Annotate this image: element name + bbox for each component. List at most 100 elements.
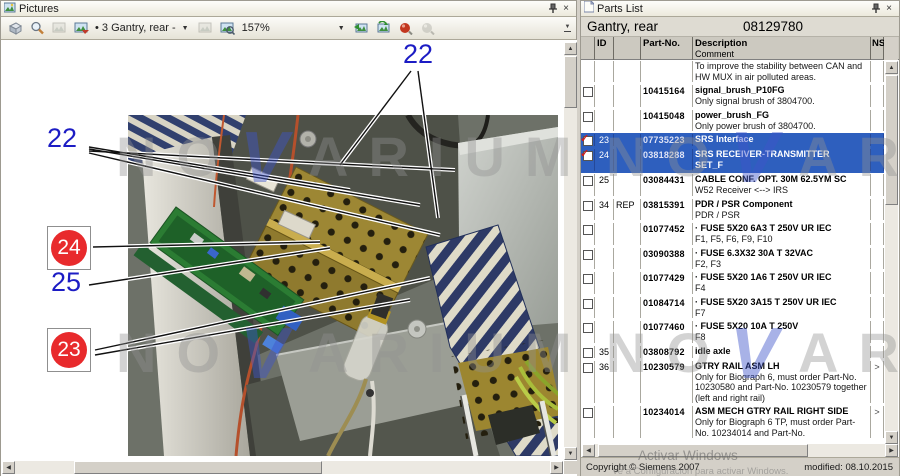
open-image-icon[interactable] (71, 18, 91, 38)
row-description: · FUSE 5X20 6A3 T 250V UR IECF1, F5, F6,… (693, 223, 871, 245)
row-part-no: 01084714 (641, 297, 693, 319)
table-row[interactable]: ✓2403818288SRS RECEIVER-TRANSMITTER SET_… (581, 148, 884, 173)
table-row[interactable]: 01084714· FUSE 5X20 3A15 T 250V UR IECF7 (581, 296, 884, 321)
callout-25[interactable]: 25 (51, 268, 81, 296)
checkbox[interactable] (583, 363, 593, 373)
table-row[interactable]: 01077429· FUSE 5X20 1A6 T 250V UR IECF4 (581, 271, 884, 296)
zoom-region-icon[interactable] (218, 18, 238, 38)
row-part-no: 03815391 (641, 199, 693, 221)
column-nsi: NSI (871, 37, 884, 60)
prev-image-icon[interactable] (49, 18, 69, 38)
row-rep (614, 321, 641, 343)
hotspots-off-icon[interactable] (418, 18, 438, 38)
checkbox[interactable] (583, 323, 593, 333)
callout-23-hotspot[interactable]: 23 (47, 328, 91, 372)
row-checkbox-cell (581, 346, 595, 358)
callout-23-circle[interactable]: 23 (51, 332, 87, 368)
table-row[interactable]: 01077452· FUSE 5X20 6A3 T 250V UR IECF1,… (581, 222, 884, 247)
scroll-up-icon[interactable]: ▲ (564, 42, 577, 55)
refresh-image-icon[interactable] (374, 18, 394, 38)
scroll-down-icon[interactable]: ▼ (885, 431, 898, 444)
row-checkbox-cell (581, 199, 595, 221)
document-icon (584, 1, 594, 16)
image-select-combo[interactable]: • 3 Gantry, rear - ▼ (93, 22, 194, 34)
callout-24-circle[interactable]: 24 (51, 230, 87, 266)
chevron-down-icon[interactable]: ▼ (179, 23, 192, 34)
red-check-icon: ✓ (581, 147, 589, 160)
scroll-left-icon[interactable]: ◀ (582, 444, 595, 457)
checkbox[interactable] (583, 225, 593, 235)
row-nsi (871, 174, 884, 196)
table-row[interactable]: 10234014ASM MECH GTRY RAIL RIGHT SIDEOnl… (581, 405, 884, 440)
checkbox[interactable] (583, 176, 593, 186)
part-comment: F8 (695, 332, 868, 343)
vertical-scroll-thumb[interactable] (564, 56, 577, 108)
scroll-right-icon[interactable]: ▶ (885, 444, 898, 457)
row-rep (614, 406, 641, 438)
row-description: SRS RECEIVER-TRANSMITTER SET_F (693, 149, 871, 171)
row-checkbox-cell (581, 85, 595, 107)
row-part-no: 01077452 (641, 223, 693, 245)
row-rep (614, 110, 641, 132)
table-row[interactable]: 2503084431CABLE CONF. OPT. 30M 62.5YM SC… (581, 173, 884, 198)
zoom-tool-icon[interactable] (27, 18, 47, 38)
fit-page-icon[interactable] (196, 18, 216, 38)
row-part-no: 03808792 (641, 346, 693, 358)
part-name: · FUSE 5X20 6A3 T 250V UR IEC (695, 223, 868, 234)
table-row[interactable]: 01077460· FUSE 5X20 10A T 250VF8 (581, 320, 884, 345)
vertical-scroll-thumb[interactable] (885, 75, 898, 205)
callout-22-left[interactable]: 22 (47, 124, 77, 152)
table-row[interactable]: 3610230579GTRY RAIL ASM LHOnly for Biogr… (581, 360, 884, 406)
horizontal-scroll-thumb[interactable] (598, 444, 808, 457)
table-row[interactable]: To improve the stability between CAN and… (581, 60, 884, 84)
checkbox[interactable] (583, 112, 593, 122)
hotspots-on-icon[interactable] (396, 18, 416, 38)
horizontal-scroll-thumb[interactable] (74, 461, 322, 474)
modified-text: modified: 08.10.2015 (804, 462, 893, 473)
row-checkbox-cell (581, 174, 595, 196)
pin-icon[interactable] (545, 2, 559, 15)
row-checkbox-cell (581, 297, 595, 319)
pictures-panel: Pictures × • 3 Gantry, rear - ▼ (0, 0, 577, 476)
close-icon[interactable]: × (882, 2, 896, 15)
callout-24-hotspot[interactable]: 24 (47, 226, 91, 270)
view-3d-icon[interactable] (5, 18, 25, 38)
checkbox[interactable] (583, 274, 593, 284)
checkbox[interactable] (583, 201, 593, 211)
row-checkbox-cell (581, 223, 595, 245)
row-description: ASM MECH GTRY RAIL RIGHT SIDEOnly for Bi… (693, 406, 871, 438)
scroll-down-icon[interactable]: ▼ (564, 447, 577, 460)
callout-22-top[interactable]: 22 (403, 40, 433, 68)
scroll-left-icon[interactable]: ◀ (2, 461, 15, 474)
toolbar-overflow-button[interactable]: ▼ (561, 19, 574, 37)
rotate-left-icon[interactable] (352, 18, 372, 38)
picture-viewport[interactable]: 22 22 24 25 23 ▲ ▼ ◀ ▶ (1, 40, 578, 476)
table-row[interactable]: 3503808792idle axle (581, 345, 884, 360)
panel-splitter[interactable] (577, 0, 580, 476)
scroll-right-icon[interactable]: ▶ (550, 461, 563, 474)
table-row[interactable]: 34REP03815391PDR / PSR ComponentPDR / PS… (581, 198, 884, 223)
row-id (595, 297, 614, 319)
row-checkbox-cell (581, 248, 595, 270)
checkbox[interactable] (583, 348, 593, 358)
zoom-level-combo[interactable]: 157% ▼ (240, 22, 350, 34)
checkbox[interactable] (583, 299, 593, 309)
table-row[interactable]: ✓2307735223SRS Interface (581, 133, 884, 148)
checkbox[interactable] (583, 87, 593, 97)
checkbox[interactable] (583, 408, 593, 418)
row-part-no: 01077460 (641, 321, 693, 343)
pin-icon[interactable] (868, 2, 882, 15)
chevron-down-icon[interactable]: ▼ (335, 23, 348, 34)
scroll-up-icon[interactable]: ▲ (885, 61, 898, 74)
part-number: 08129780 (743, 19, 803, 34)
table-row[interactable]: 03090388· FUSE 6.3X32 30A T 32VACF2, F3 (581, 247, 884, 272)
row-checkbox-cell (581, 110, 595, 132)
close-icon[interactable]: × (559, 2, 573, 15)
checkbox[interactable] (583, 250, 593, 260)
row-checkbox-cell (581, 321, 595, 343)
part-comment: F7 (695, 308, 868, 319)
table-row[interactable]: 10415048power_brush_FGOnly power brush o… (581, 109, 884, 134)
pictures-horizontal-scrollbar: ◀ ▶ (2, 461, 563, 474)
table-row[interactable]: 10415164signal_brush_P10FGOnly signal br… (581, 84, 884, 109)
column-comment: Comment (695, 49, 868, 59)
